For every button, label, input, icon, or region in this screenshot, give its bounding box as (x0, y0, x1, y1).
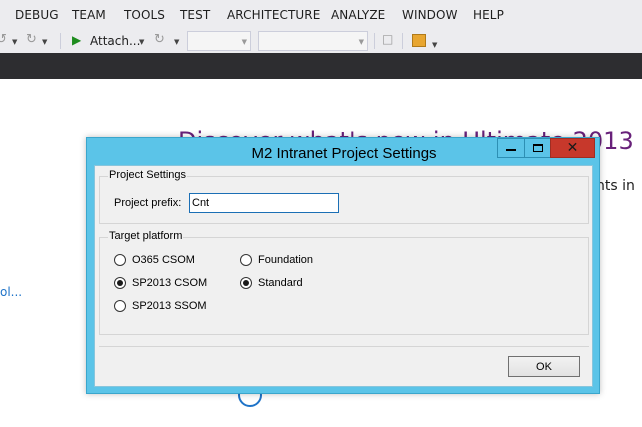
divider (99, 346, 589, 347)
maximize-icon (532, 144, 543, 152)
start-page-text: nts in (596, 178, 635, 194)
chevron-down-icon[interactable]: ▼ (42, 38, 47, 46)
maximize-button[interactable] (524, 138, 551, 158)
menu-test[interactable]: TEST (180, 8, 210, 22)
project-settings-group: Project Settings Project prefix: (99, 169, 589, 224)
menu-analyze[interactable]: ANALYZE (331, 8, 385, 22)
radio-button[interactable] (240, 277, 252, 289)
menu-tools[interactable]: TOOLS (124, 8, 165, 22)
radio-button[interactable] (240, 254, 252, 266)
extensions-icon[interactable] (412, 34, 426, 47)
solution-config-combo[interactable]: ▼ (187, 31, 251, 51)
radio-label: SP2013 CSOM (132, 277, 208, 289)
solution-platform-combo[interactable]: ▼ (258, 31, 368, 51)
menu-help[interactable]: HELP (473, 8, 504, 22)
radio-label: O365 CSOM (132, 254, 195, 266)
chevron-down-icon[interactable]: ▼ (432, 41, 437, 49)
menu-window[interactable]: WINDOW (402, 8, 458, 22)
close-button[interactable]: ✕ (550, 138, 595, 158)
radio-button[interactable] (114, 300, 126, 312)
chevron-down-icon[interactable]: ▼ (174, 38, 179, 46)
radio-foundation[interactable]: Foundation (240, 254, 313, 266)
project-prefix-label: Project prefix: (114, 197, 182, 209)
target-platform-group-label: Target platform (108, 230, 184, 242)
chevron-down-icon: ▼ (241, 38, 247, 46)
dialog-body: Project Settings Project prefix: Target … (94, 165, 593, 387)
project-prefix-input[interactable] (189, 193, 339, 213)
menu-architecture[interactable]: ARCHITECTURE (227, 8, 320, 22)
undo-icon[interactable]: ↺ (0, 32, 7, 47)
radio-o365-csom[interactable]: O365 CSOM (114, 254, 195, 266)
minimize-button[interactable] (497, 138, 525, 158)
close-icon: ✕ (566, 140, 579, 156)
chevron-down-icon[interactable]: ▼ (139, 38, 144, 46)
menu-team[interactable]: TEAM (72, 8, 106, 22)
chevron-down-icon[interactable]: ▼ (12, 38, 17, 46)
chevron-down-icon: ▼ (358, 38, 364, 46)
toolbar-separator (60, 33, 61, 49)
menu-debug[interactable]: DEBUG (15, 8, 59, 22)
radio-button[interactable] (114, 277, 126, 289)
document-tab-strip (0, 53, 642, 79)
radio-label: SP2013 SSOM (132, 300, 207, 312)
redo-icon[interactable]: ↻ (26, 32, 37, 47)
project-settings-group-label: Project Settings (108, 169, 188, 181)
play-icon[interactable]: ▶ (72, 33, 81, 47)
window-icon[interactable]: □ (382, 32, 393, 46)
attach-button[interactable]: Attach... (90, 34, 140, 48)
refresh-icon[interactable]: ↻ (154, 32, 165, 47)
radio-standard[interactable]: Standard (240, 277, 303, 289)
radio-sp2013-ssom[interactable]: SP2013 SSOM (114, 300, 207, 312)
radio-sp2013-csom[interactable]: SP2013 CSOM (114, 277, 207, 289)
radio-label: Standard (258, 277, 303, 289)
menu-bar: DEBUG TEAM TOOLS TEST ARCHITECTURE ANALY… (0, 0, 642, 29)
toolbar: ↺ ▼ ↻ ▼ ▶ Attach... ▼ ↻ ▼ ▼ ▼ □ ▼ (0, 29, 642, 53)
minimize-icon (506, 149, 516, 151)
radio-label: Foundation (258, 254, 314, 266)
ok-button[interactable]: OK (508, 356, 580, 377)
radio-button[interactable] (114, 254, 126, 266)
toolbar-separator (402, 33, 403, 49)
start-page-link[interactable]: ol... (0, 285, 22, 299)
target-platform-group: Target platform O365 CSOM SP2013 CSOM SP… (99, 230, 589, 335)
toolbar-separator (374, 33, 375, 49)
project-settings-dialog: M2 Intranet Project Settings ✕ Project S… (86, 137, 600, 394)
